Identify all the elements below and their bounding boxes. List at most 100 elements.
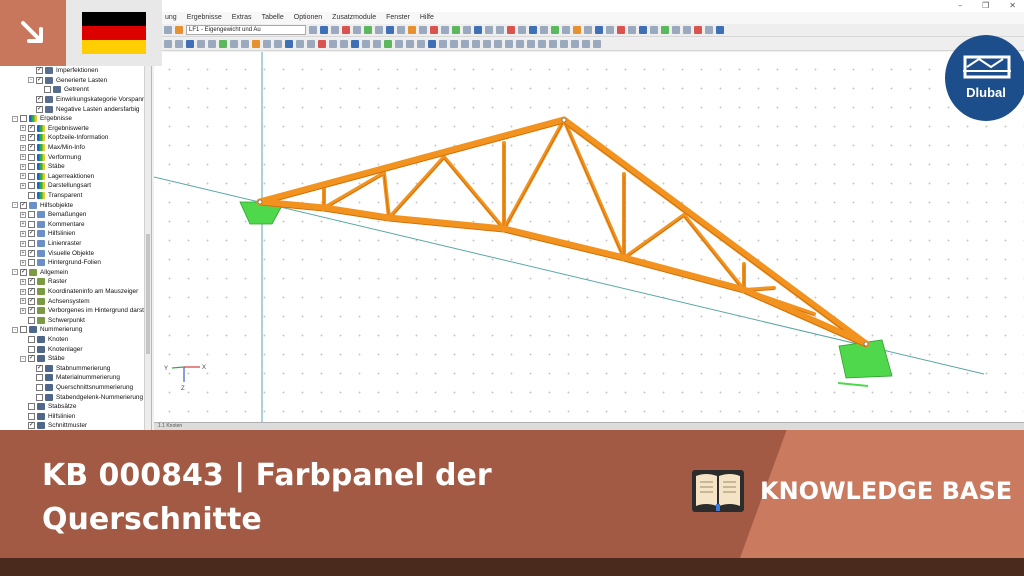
tree-checkbox[interactable]: ✓ xyxy=(28,144,35,152)
chord-member[interactable] xyxy=(620,254,748,294)
toolbar-icon[interactable] xyxy=(584,26,592,34)
tree-item[interactable]: + ✓ Hilfslinien xyxy=(20,229,75,239)
tree-checkbox[interactable]: ✓ xyxy=(36,105,43,113)
tree-expander[interactable]: + xyxy=(20,221,26,228)
tree-item[interactable]: + Kommentare xyxy=(20,220,85,230)
tree-checkbox[interactable] xyxy=(44,86,51,94)
toolbar-icon[interactable] xyxy=(505,40,513,48)
tree-checkbox[interactable]: ✓ xyxy=(28,288,35,296)
tree-checkbox[interactable]: ✓ xyxy=(28,134,35,142)
node-marker[interactable] xyxy=(863,341,869,347)
tree-checkbox[interactable]: ✓ xyxy=(28,249,35,257)
tree-checkbox[interactable]: ✓ xyxy=(36,364,43,372)
tree-item[interactable]: + Hintergrund-Folien xyxy=(20,258,101,268)
tree-checkbox[interactable] xyxy=(28,345,35,353)
tree-checkbox[interactable] xyxy=(28,259,35,267)
tree-checkbox[interactable] xyxy=(28,153,35,161)
toolbar-icon[interactable] xyxy=(474,26,482,34)
tree-item[interactable]: - ✓ Stäbe xyxy=(20,354,65,364)
toolbar-icon[interactable] xyxy=(263,40,271,48)
toolbar-icon[interactable] xyxy=(705,26,713,34)
toolbar-icon[interactable] xyxy=(419,26,427,34)
toolbar-icon[interactable] xyxy=(441,26,449,34)
toolbar-icon[interactable] xyxy=(430,26,438,34)
tree-expander[interactable]: + xyxy=(20,163,26,170)
tree-expander[interactable]: + xyxy=(20,288,26,295)
toolbar-icon[interactable] xyxy=(683,26,691,34)
tree-item[interactable]: + ✓ Ergebniswerte xyxy=(20,124,89,134)
chord-member[interactable] xyxy=(500,225,628,262)
tree-expander[interactable]: - xyxy=(28,77,34,84)
tree-checkbox[interactable]: ✓ xyxy=(36,96,43,104)
tree-expander[interactable]: + xyxy=(20,125,26,132)
toolbar-icon[interactable] xyxy=(342,26,350,34)
tree-checkbox[interactable]: ✓ xyxy=(20,268,27,276)
tree-checkbox[interactable] xyxy=(20,115,27,123)
toolbar-icon[interactable] xyxy=(516,40,524,48)
toolbar-icon[interactable] xyxy=(406,40,414,48)
menu-item-addon-modules[interactable]: Zusatzmodule xyxy=(327,12,381,24)
tree-item[interactable]: ✓ Negative Lasten andersfarbig xyxy=(28,104,140,114)
close-button[interactable]: ✕ xyxy=(1009,0,1016,12)
toolbar-icon[interactable] xyxy=(307,40,315,48)
toolbar-icon[interactable] xyxy=(562,26,570,34)
tree-checkbox[interactable] xyxy=(28,182,35,190)
tree-item[interactable]: Stabsätze xyxy=(20,402,76,412)
toolbar-icon[interactable] xyxy=(483,40,491,48)
tree-checkbox[interactable] xyxy=(28,163,35,171)
toolbar-icon[interactable] xyxy=(274,40,282,48)
chord-member[interactable] xyxy=(385,214,508,233)
tree-item[interactable]: + ✓ Max/Min-Info xyxy=(20,143,85,153)
maximize-button[interactable]: ❐ xyxy=(982,0,989,12)
toolbar-icon[interactable] xyxy=(351,40,359,48)
tree-item[interactable]: - Nummerierung xyxy=(12,325,82,335)
tree-checkbox[interactable] xyxy=(36,393,43,401)
toolbar-icon[interactable] xyxy=(507,26,515,34)
tree-checkbox[interactable] xyxy=(28,336,35,344)
tree-item[interactable]: ✓ Stabnummerierung xyxy=(28,364,110,374)
menu-item-window[interactable]: Fenster xyxy=(381,12,415,24)
toolbar-icon[interactable] xyxy=(549,40,557,48)
tree-expander[interactable]: + xyxy=(20,298,26,305)
truss-model-canvas[interactable]: X Y Z xyxy=(154,52,1024,422)
toolbar-icon[interactable] xyxy=(320,26,328,34)
tree-expander[interactable]: + xyxy=(20,182,26,189)
tree-expander[interactable]: + xyxy=(20,240,26,247)
toolbar-icon[interactable] xyxy=(606,26,614,34)
toolbar-icon[interactable] xyxy=(716,26,724,34)
tree-checkbox[interactable] xyxy=(28,220,35,228)
tree-item[interactable]: + Darstellungsart xyxy=(20,181,91,191)
toolbar-icon[interactable] xyxy=(573,26,581,34)
toolbar-icon[interactable] xyxy=(362,40,370,48)
tree-item[interactable]: + Lagerreaktionen xyxy=(20,172,94,182)
toolbar-icon[interactable] xyxy=(450,40,458,48)
model-viewport[interactable]: X Y Z xyxy=(154,52,1024,422)
tree-item[interactable]: Transparent xyxy=(20,191,82,201)
toolbar-icon[interactable] xyxy=(527,40,535,48)
tree-checkbox[interactable] xyxy=(20,326,27,334)
tree-item[interactable]: + ✓ Raster xyxy=(20,277,67,287)
chord-member[interactable] xyxy=(320,204,393,222)
tree-expander[interactable]: - xyxy=(12,202,18,209)
toolbar-icon[interactable] xyxy=(529,26,537,34)
toolbar-icon[interactable] xyxy=(164,40,172,48)
tree-checkbox[interactable] xyxy=(28,192,35,200)
tree-expander[interactable]: + xyxy=(20,259,26,266)
toolbar-icon[interactable] xyxy=(230,40,238,48)
tree-item[interactable]: Knoten xyxy=(20,335,68,345)
tree-checkbox[interactable]: ✓ xyxy=(28,278,35,286)
toolbar-icon[interactable] xyxy=(463,26,471,34)
toolbar-icon[interactable] xyxy=(386,26,394,34)
tree-expander[interactable]: - xyxy=(12,115,18,122)
menu-item-table[interactable]: Tabelle xyxy=(257,12,289,24)
tree-item[interactable]: Materialnummerierung xyxy=(28,373,120,383)
load-case-select[interactable]: LF1 - Eigengewicht und Au xyxy=(186,25,306,35)
toolbar-icon[interactable] xyxy=(540,26,548,34)
tree-item[interactable]: ✓ Schnittmuster xyxy=(20,421,87,430)
menu-item-tools[interactable]: Extras xyxy=(227,12,257,24)
tree-checkbox[interactable]: ✓ xyxy=(28,355,35,363)
tree-item[interactable]: + ✓ Verborgenes im Hintergrund darstellen xyxy=(20,306,151,316)
tree-checkbox[interactable] xyxy=(28,172,35,180)
tree-checkbox[interactable] xyxy=(36,384,43,392)
tree-expander[interactable]: - xyxy=(12,269,18,276)
